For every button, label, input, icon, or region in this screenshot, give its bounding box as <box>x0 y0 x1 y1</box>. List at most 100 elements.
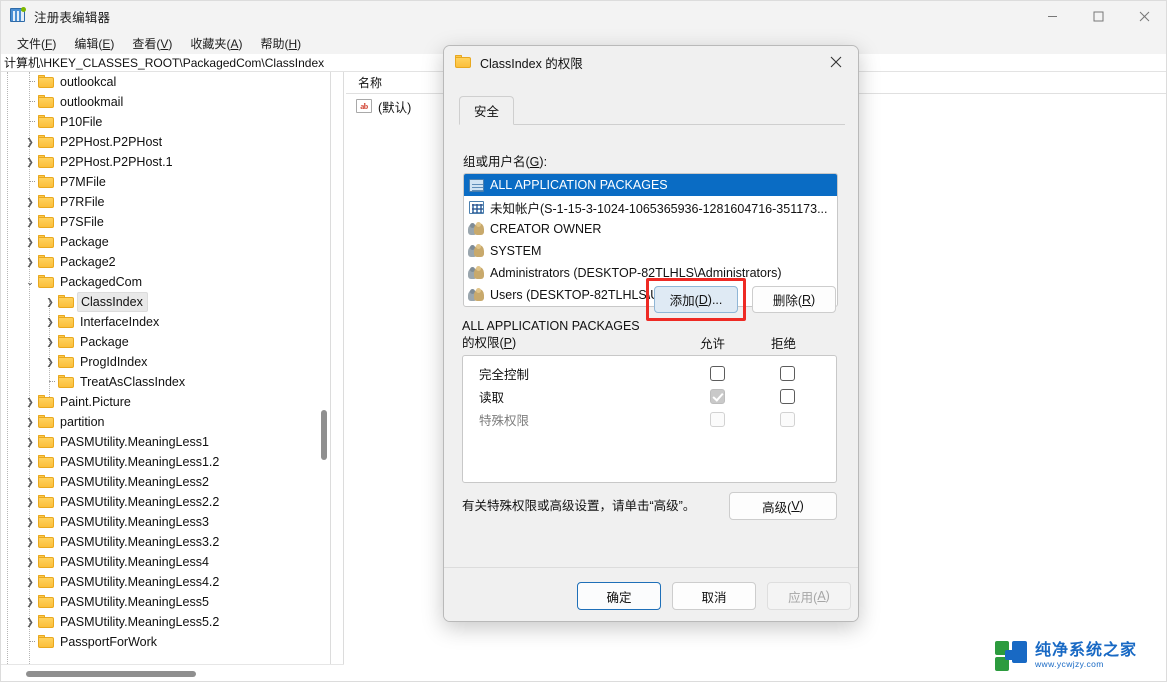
chevron-right-icon[interactable]: ❯ <box>22 612 38 632</box>
tree-item[interactable]: ❯ PASMUtility.MeaningLess2.2 <box>0 492 330 512</box>
tree-leaf-marker[interactable] <box>22 172 38 192</box>
tree-item[interactable]: ❯ PASMUtility.MeaningLess2 <box>0 472 330 492</box>
maximize-button[interactable] <box>1075 0 1121 32</box>
tree-vertical-scrollbar[interactable] <box>318 72 330 664</box>
tree-item[interactable]: P7MFile <box>0 172 330 192</box>
tree-vertical-scroll-thumb[interactable] <box>321 410 327 460</box>
chevron-right-icon[interactable]: ❯ <box>22 512 38 532</box>
tree-item[interactable]: ❯ PASMUtility.MeaningLess1 <box>0 432 330 452</box>
tree-item[interactable]: ❯ Package <box>0 232 330 252</box>
menu-help[interactable]: 帮助(H) <box>251 33 310 54</box>
permissions-table[interactable]: 完全控制 读取 特殊权限 <box>462 355 837 483</box>
tree-item-label: ClassIndex <box>77 292 148 312</box>
tree-leaf-marker[interactable] <box>22 72 38 92</box>
tree-item[interactable]: ❯ PASMUtility.MeaningLess3 <box>0 512 330 532</box>
chevron-right-icon[interactable]: ❯ <box>22 192 38 212</box>
add-button[interactable]: 添加(D)... <box>654 286 738 313</box>
permission-deny-checkbox[interactable] <box>780 412 795 427</box>
tree-item[interactable]: ❯ P2PHost.P2PHost.1 <box>0 152 330 172</box>
permission-row[interactable]: 读取 <box>463 385 836 408</box>
close-button[interactable] <box>1121 0 1167 32</box>
tree-horizontal-scroll-thumb[interactable] <box>26 671 196 677</box>
tree-item[interactable]: ❯ PASMUtility.MeaningLess3.2 <box>0 532 330 552</box>
menu-favorites[interactable]: 收藏夹(A) <box>181 33 251 54</box>
tree-item[interactable]: ❯ P7RFile <box>0 192 330 212</box>
menu-file[interactable]: 文件(F) <box>8 33 65 54</box>
chevron-right-icon[interactable]: ❯ <box>22 492 38 512</box>
tree-leaf-marker[interactable] <box>42 372 58 392</box>
tree-leaf-marker[interactable] <box>22 632 38 652</box>
permission-row[interactable]: 特殊权限 <box>463 408 836 431</box>
permission-allow-checkbox[interactable] <box>710 412 725 427</box>
tree-item[interactable]: TreatAsClassIndex <box>0 372 330 392</box>
user-list-item[interactable]: 未知帐户(S-1-15-3-1024-1065365936-1281604716… <box>464 196 837 218</box>
pane-splitter[interactable] <box>330 72 344 664</box>
tree-item[interactable]: P10File <box>0 112 330 132</box>
user-list-item[interactable]: Administrators (DESKTOP-82TLHLS\Administ… <box>464 262 837 284</box>
tree-item[interactable]: ❯ PASMUtility.MeaningLess5.2 <box>0 612 330 632</box>
menu-edit[interactable]: 编辑(E) <box>65 33 123 54</box>
menu-view[interactable]: 查看(V) <box>123 33 181 54</box>
remove-button[interactable]: 删除(R) <box>752 286 836 313</box>
permission-allow-checkbox[interactable] <box>710 389 725 404</box>
tree-horizontal-scrollbar[interactable] <box>0 664 344 682</box>
chevron-right-icon[interactable]: ❯ <box>22 452 38 472</box>
tab-security[interactable]: 安全 <box>459 96 515 125</box>
user-list-item[interactable]: CREATOR OWNER <box>464 218 837 240</box>
chevron-right-icon[interactable]: ❯ <box>22 392 38 412</box>
tree-item[interactable]: outlookmail <box>0 92 330 112</box>
chevron-right-icon[interactable]: ❯ <box>22 412 38 432</box>
chevron-right-icon[interactable]: ❯ <box>22 572 38 592</box>
permission-deny-checkbox[interactable] <box>780 389 795 404</box>
chevron-down-icon[interactable]: ⌄ <box>22 272 38 292</box>
tree-item[interactable]: ❯ Paint.Picture <box>0 392 330 412</box>
chevron-right-icon[interactable]: ❯ <box>22 592 38 612</box>
tree-item[interactable]: ❯ PASMUtility.MeaningLess1.2 <box>0 452 330 472</box>
chevron-right-icon[interactable]: ❯ <box>22 532 38 552</box>
value-row-default[interactable]: ab (默认) <box>346 96 411 116</box>
title-bar: 注册表编辑器 <box>0 0 1167 32</box>
registry-editor-window: 注册表编辑器 文件(F) 编辑(E) 查看(V) 收藏夹(A) 帮助(H) 计算… <box>0 0 1167 682</box>
chevron-right-icon[interactable]: ❯ <box>42 352 58 372</box>
tree-leaf-marker[interactable] <box>22 112 38 132</box>
permission-deny-checkbox[interactable] <box>780 366 795 381</box>
chevron-right-icon[interactable]: ❯ <box>22 232 38 252</box>
tree-item[interactable]: PassportForWork <box>0 632 330 652</box>
apply-button[interactable]: 应用(A) <box>767 582 851 610</box>
tree-item[interactable]: outlookcal <box>0 72 330 92</box>
tree-item[interactable]: ❯ partition <box>0 412 330 432</box>
tree-item[interactable]: ❯ InterfaceIndex <box>0 312 330 332</box>
chevron-right-icon[interactable]: ❯ <box>22 552 38 572</box>
tree-item[interactable]: ❯ P7SFile <box>0 212 330 232</box>
tree-item[interactable]: ⌄ PackagedCom <box>0 272 330 292</box>
tree-item[interactable]: ❯ PASMUtility.MeaningLess5 <box>0 592 330 612</box>
tree-item[interactable]: ❯ PASMUtility.MeaningLess4 <box>0 552 330 572</box>
chevron-right-icon[interactable]: ❯ <box>22 432 38 452</box>
user-list-item[interactable]: SYSTEM <box>464 240 837 262</box>
chevron-right-icon[interactable]: ❯ <box>22 472 38 492</box>
cancel-button[interactable]: 取消 <box>672 582 756 610</box>
tree-item[interactable]: ❯ PASMUtility.MeaningLess4.2 <box>0 572 330 592</box>
tree-item[interactable]: ❯ Package <box>0 332 330 352</box>
chevron-right-icon[interactable]: ❯ <box>22 152 38 172</box>
ok-button[interactable]: 确定 <box>577 582 661 610</box>
tree-item[interactable]: ❯ Package2 <box>0 252 330 272</box>
permission-allow-checkbox[interactable] <box>710 366 725 381</box>
chevron-right-icon[interactable]: ❯ <box>22 212 38 232</box>
tree-leaf-marker[interactable] <box>22 92 38 112</box>
chevron-right-icon[interactable]: ❯ <box>22 252 38 272</box>
dialog-close-icon[interactable] <box>814 46 858 78</box>
chevron-right-icon[interactable]: ❯ <box>22 132 38 152</box>
user-list-item[interactable]: ALL APPLICATION PACKAGES <box>464 174 837 196</box>
tree-item[interactable]: ❯ ClassIndex <box>0 292 330 312</box>
advanced-button[interactable]: 高级(V) <box>729 492 837 520</box>
permission-row[interactable]: 完全控制 <box>463 362 836 385</box>
tree-item[interactable]: ❯ ProgIdIndex <box>0 352 330 372</box>
chevron-right-icon[interactable]: ❯ <box>42 332 58 352</box>
chevron-right-icon[interactable]: ❯ <box>42 292 58 312</box>
chevron-right-icon[interactable]: ❯ <box>42 312 58 332</box>
folder-icon <box>38 455 55 469</box>
tree-item[interactable]: ❯ P2PHost.P2PHost <box>0 132 330 152</box>
registry-tree-pane[interactable]: outlookcal outlookmail P10File ❯ P2PHost.P2P… <box>0 72 330 664</box>
minimize-button[interactable] <box>1029 0 1075 32</box>
